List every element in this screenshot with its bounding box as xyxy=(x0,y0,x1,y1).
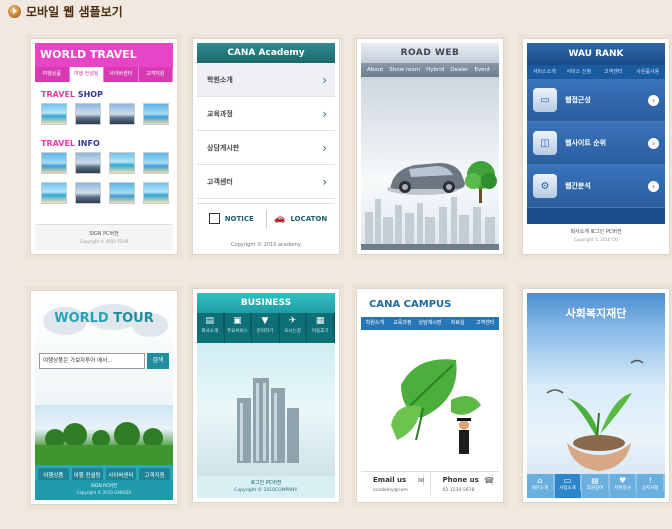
sample-card-cana-campus[interactable]: CANA CAMPUS 학원소개 교육과정 상담게시판 자료실 고객센터 Email… xyxy=(356,288,504,503)
search-input: 여행상품은 가보자투어 에서... xyxy=(39,353,145,369)
car-city-illustration xyxy=(361,161,499,250)
phone-contact: Phone us 02-1234-5678 ☎ xyxy=(431,472,500,495)
thumbnail xyxy=(143,182,169,204)
tab-bar: 여행상품 여행 컨설팅 사이버센터 고객지원 xyxy=(35,67,173,82)
card-title: WAU RANK xyxy=(527,43,665,65)
thumbnail xyxy=(143,103,169,125)
menu-item: ◫ 웹사이트 순위 › xyxy=(527,122,665,165)
hero-image xyxy=(527,343,665,476)
gear-icon: ⚙ xyxy=(533,174,557,198)
card-footer: 회사소개 로그인 PC버전 Copyright © 2010 OO xyxy=(527,224,665,250)
card-title: ROAD WEB xyxy=(361,43,499,63)
thumbnail xyxy=(41,182,67,204)
chevron-right-icon: › xyxy=(322,174,327,189)
card-title: WORLD TOUR xyxy=(54,311,154,326)
play-bullet-icon xyxy=(8,4,21,18)
sample-card-wau-rank[interactable]: WAU RANK 서비스소개 서비스 신청 고객센터 사은품사용 ▭ 웹접근성 › ◫ 웹… xyxy=(522,38,670,255)
skyscraper-illustration xyxy=(237,378,299,463)
menu-item: 교육과정 › xyxy=(197,97,335,131)
page-title: 모바일 웹 샘플보기 xyxy=(26,4,123,19)
section-heading: TRAVEL INFO xyxy=(41,139,100,148)
tab-item: 여행상품 xyxy=(35,67,70,82)
card-title: CANA Academy xyxy=(197,43,335,63)
notepad-icon: ▦ xyxy=(307,313,334,326)
tab-bar: 학원소개 교육과정 상담게시판 자료실 고객센터 xyxy=(361,317,499,330)
envelope-icon: ✉ xyxy=(417,476,425,485)
chevron-right-icon: › xyxy=(322,140,327,155)
sample-card-social-welfare[interactable]: 사회복지재단 ⌂ 재단소개 ▭ 사업소개 ▤ 후원참여 ♥ 자원봉사 ! 공지사항 xyxy=(522,288,670,503)
home-icon: ⌂ xyxy=(527,474,554,485)
thumbnail xyxy=(109,103,135,125)
menu-bar: ⌂ 재단소개 ▭ 사업소개 ▤ 후원참여 ♥ 자원봉사 ! 공지사항 xyxy=(527,474,665,498)
tag-icon: ▼ xyxy=(252,313,279,326)
card-title: WORLD TRAVEL xyxy=(35,43,173,67)
book-icon: ▤ xyxy=(582,474,609,485)
thumbnail xyxy=(41,103,67,125)
chevron-right-icon: › xyxy=(648,137,659,149)
menu-item: 고객센터 › xyxy=(197,165,335,199)
sample-card-world-travel[interactable]: WORLD TRAVEL 여행상품 여행 컨설팅 사이버센터 고객지원 TRAV… xyxy=(30,38,178,255)
menu-item: ⚙ 웹간분석 › xyxy=(527,165,665,208)
tab-item: 여행 컨설팅 xyxy=(69,67,104,82)
menu-item: 학원소개 › xyxy=(197,63,335,97)
card-footer: 로그인 PC버전 Copyright © 2010COMPANY. xyxy=(197,476,335,498)
thumbnail xyxy=(41,152,67,174)
car-icon: 🚗 xyxy=(274,213,286,224)
hero-image xyxy=(197,343,335,476)
chevron-right-icon: › xyxy=(648,94,659,106)
sample-card-cana-academy[interactable]: CANA Academy 학원소개 › 교육과정 › 상담게시판 › 고객센터 › NO… xyxy=(192,38,340,255)
email-contact: Email us academy@com ✉ xyxy=(361,472,431,495)
car-icon: ▣ xyxy=(225,313,252,326)
card-footer: SIGN PC버전 Copyright © 2010 TOUR xyxy=(35,224,173,250)
thumbnail xyxy=(143,152,169,174)
section-header: 모바일 웹 샘플보기 xyxy=(8,2,123,20)
chevron-right-icon: › xyxy=(648,180,659,192)
card-footer: SIGN PC버전 Copyright © 2010 GABOZA xyxy=(35,480,173,500)
thumbnail xyxy=(75,152,101,174)
tab-item: 고객지원 xyxy=(139,67,173,82)
heart-icon: ♥ xyxy=(610,474,637,485)
book-icon: ▤ xyxy=(197,313,224,326)
phone-icon: ☎ xyxy=(484,476,494,485)
landscape-image xyxy=(35,405,173,465)
alert-icon: ! xyxy=(637,474,664,485)
chevron-right-icon: › xyxy=(322,106,327,121)
thumbnail-grid xyxy=(35,152,173,204)
section-heading: TRAVEL SHOP xyxy=(41,90,103,99)
search-button: 검색 xyxy=(147,353,169,369)
quick-links: NOTICE 🚗 LOCATON xyxy=(197,203,335,233)
tab-item: 사이버센터 xyxy=(104,67,139,82)
card-title: CANA CAMPUS xyxy=(369,299,452,310)
thumbnail xyxy=(75,103,101,125)
menu-item: 상담게시판 › xyxy=(197,131,335,165)
contact-bar: Email us academy@com ✉ Phone us 02-1234-567… xyxy=(361,471,499,495)
thumbnail xyxy=(109,152,135,174)
sample-card-world-tour[interactable]: WORLD TOUR 여행상품은 가보자투어 에서... 검색 여행상품 여행 컨… xyxy=(30,290,178,505)
thumbnail xyxy=(109,182,135,204)
menu-item: ▭ 웹접근성 › xyxy=(527,79,665,122)
card-title: BUSINESS xyxy=(197,293,335,313)
leaf-graduate-illustration xyxy=(391,359,481,454)
menu-bar: ▤ 회사소개 ▣ 주요서비스 ▼ 문의하기 ✈ 오시는길 ▦ 이용후기 xyxy=(197,313,335,343)
hero-image xyxy=(361,330,499,470)
thumbnail xyxy=(75,182,101,204)
accessibility-icon: ▭ xyxy=(533,88,557,112)
plane-icon: ✈ xyxy=(280,313,307,326)
sample-card-road-web[interactable]: ROAD WEB About Show room Hybrid Dealer E… xyxy=(356,38,504,255)
sample-card-business[interactable]: BUSINESS ▤ 회사소개 ▣ 주요서비스 ▼ 문의하기 ✈ 오시는길 ▦ 이용후기 … xyxy=(192,288,340,503)
chevron-right-icon: › xyxy=(322,72,327,87)
inbox-icon: ▭ xyxy=(555,474,582,485)
card-title: 사회복지재단 xyxy=(565,307,627,320)
tab-bar: 서비스소개 서비스 신청 고객센터 사은품사용 xyxy=(527,65,665,79)
search-bar: 여행상품은 가보자투어 에서... 검색 xyxy=(39,353,169,369)
ranking-icon: ◫ xyxy=(533,131,557,155)
notice-icon xyxy=(208,213,220,224)
hero-image xyxy=(361,77,499,250)
thumbnail-grid xyxy=(35,103,173,125)
nav-bar: About Show room Hybrid Dealer Event xyxy=(361,63,499,77)
hands-plant-illustration xyxy=(546,359,644,471)
